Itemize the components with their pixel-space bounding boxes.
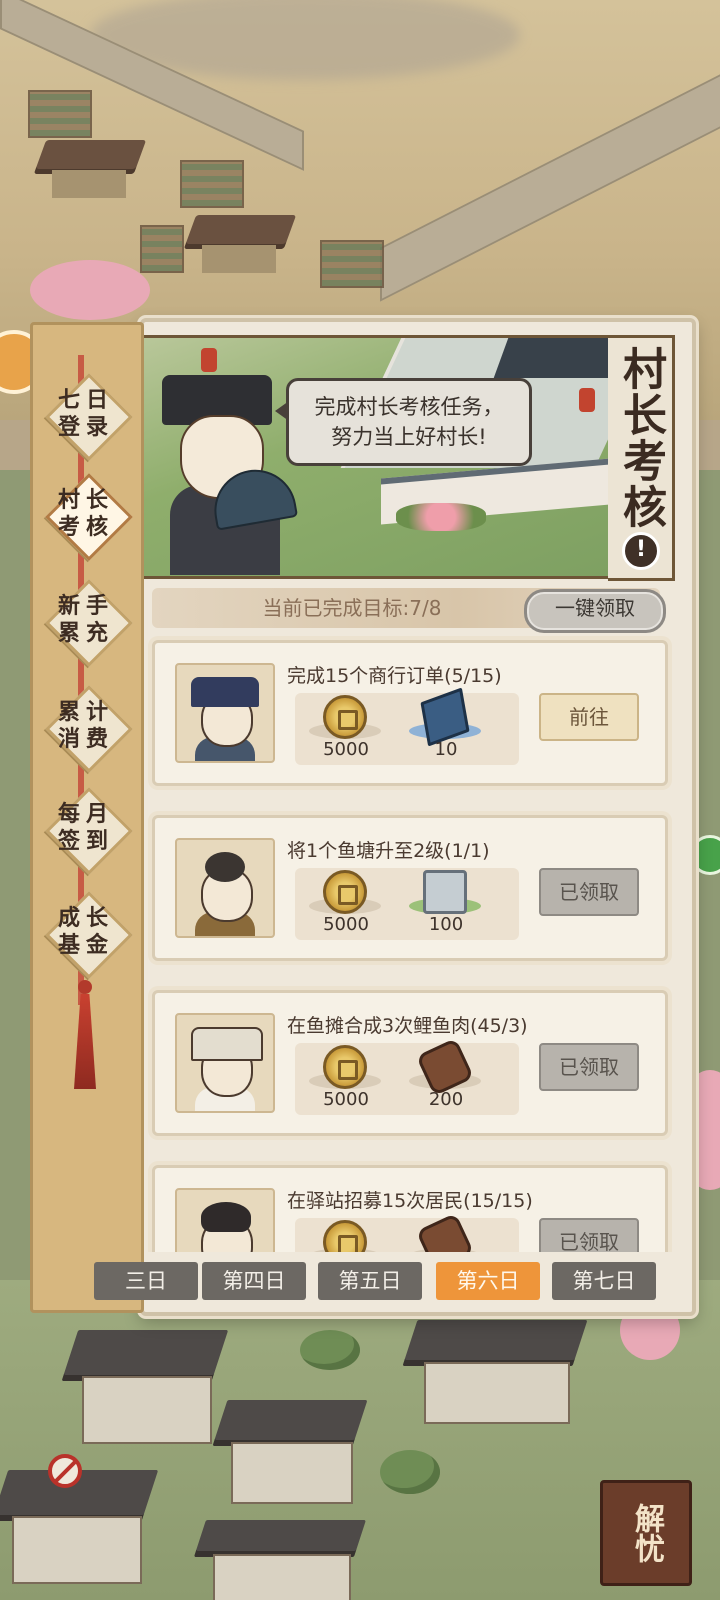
building-roof [493,338,617,378]
day-tab-4[interactable]: 第四日 [202,1262,306,1300]
task-card: 完成15个商行订单(5/15) 5000 10 前往 [152,640,668,786]
claimed-button[interactable]: 已领取 [539,1218,639,1252]
village-house [402,1320,588,1424]
flower-bed [396,503,486,531]
title-banner: 村长考核 ! [608,335,675,581]
reward-amount: 5000 [323,739,369,760]
task-card: 将1个鱼塘升至2级(1/1) 5000 100 已领取 [152,815,668,961]
reward-amount: 5000 [323,914,369,935]
reward-item: 100 [401,868,491,940]
speech-line-2: 努力当上好村长! [331,425,487,449]
reward-amount: 200 [428,1089,464,1110]
claimed-button[interactable]: 已领取 [539,1043,639,1091]
reward-item: 5000 [301,1043,391,1115]
reward-list: 5000 200 [295,1037,519,1115]
reward-list [295,1212,519,1252]
day-tab-7[interactable]: 第七日 [552,1262,656,1300]
panel-title: 村长考核 [615,346,666,530]
sidebar-tab-monthly-signin[interactable]: 每月签到 [45,787,133,875]
wood-log-icon [415,1212,475,1252]
day-tab-3[interactable]: 三日 [94,1262,198,1300]
sidebar-tab-novice-recharge[interactable]: 新手累充 [45,579,133,667]
worry-relief-button[interactable]: 解忧 [600,1480,692,1586]
reward-amount: 5000 [323,1089,369,1110]
grass-strip [0,470,30,1290]
village-house [194,1520,366,1600]
stone-block-icon [423,870,467,914]
task-list[interactable]: 完成15个商行订单(5/15) 5000 10 前往 将1个鱼塘升至2级(1/1… [148,632,678,1252]
task-title: 完成15个商行订单(5/15) [287,665,502,687]
reward-item: 5000 [301,868,391,940]
task-card: 在驿站招募15次居民(15/15) 已领取 [152,1165,668,1252]
reward-amount: 100 [428,914,464,935]
no-entry-icon[interactable] [48,1454,82,1488]
village-house [212,1400,368,1504]
tree [380,1450,440,1494]
villager-portrait [175,663,275,763]
day-tab-5[interactable]: 第五日 [318,1262,422,1300]
sidebar-tab-chief-assessment[interactable]: 村长考核 [45,473,133,561]
reward-item [301,1218,391,1252]
blossom-branch [30,260,150,320]
village-official-character [150,365,300,575]
village-house [61,1330,229,1444]
task-card: 在鱼摊合成3次鲤鱼肉(45/3) 5000 200 已领取 [152,990,668,1136]
task-title: 在鱼摊合成3次鲤鱼肉(45/3) [287,1015,528,1037]
copper-coin-icon [323,870,367,914]
drying-rack [140,225,184,273]
task-title: 将1个鱼塘升至2级(1/1) [287,840,490,862]
villager-portrait [175,1188,275,1252]
reward-list: 5000 10 [295,687,519,765]
reward-item: 10 [401,687,491,765]
progress-text: 当前已完成目标:7/8 [262,596,442,620]
sidebar-tab-growth-fund[interactable]: 成长基金 [45,891,133,979]
sidebar-tab-cumulative-spend[interactable]: 累计消费 [45,685,133,773]
claim-all-button[interactable]: 一键领取 [524,589,666,633]
market-stall [183,215,297,275]
claimed-button[interactable]: 已领取 [539,868,639,916]
copper-coin-icon [323,1220,367,1252]
drying-rack [28,90,92,138]
reward-amount: 10 [434,739,458,760]
villager-portrait [175,1013,275,1113]
lantern-icon [579,388,595,412]
tree [300,1330,360,1370]
villager-portrait [175,838,275,938]
red-tassel [70,980,100,1090]
speech-bubble: 完成村长考核任务， 努力当上好村长! [275,378,532,466]
copper-coin-icon [323,695,367,739]
speech-line-1: 完成村长考核任务， [314,395,504,419]
reward-item: 200 [401,1037,491,1115]
drying-rack [180,160,244,208]
day-tab-6[interactable]: 第六日 [436,1262,540,1300]
info-exclamation-icon[interactable]: ! [622,532,660,570]
go-button[interactable]: 前往 [539,693,639,741]
drying-rack [320,240,384,288]
day-tabs: 三日 第四日 第五日 第六日 第七日 [94,1262,670,1302]
sidebar-tab-seven-day-login[interactable]: 七日登录 [45,373,133,461]
copper-coin-icon [323,1045,367,1089]
market-stall [33,140,147,200]
task-title: 在驿站招募15次居民(15/15) [287,1190,533,1212]
reward-item: 5000 [301,693,391,765]
reward-list: 5000 100 [295,868,519,940]
reward-item [401,1212,491,1252]
village-house [0,1470,159,1584]
